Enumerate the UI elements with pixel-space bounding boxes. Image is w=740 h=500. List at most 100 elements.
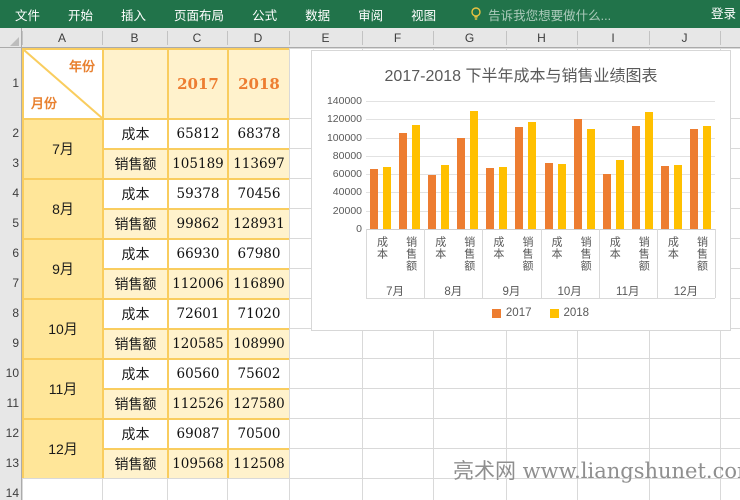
ribbon-tab-5[interactable]: 公式 (252, 5, 277, 24)
sales-label-7月[interactable]: 销售额 (104, 150, 167, 178)
cost-2018-10月[interactable]: 71020 (229, 300, 289, 328)
cost-2017-11月[interactable]: 60560 (169, 360, 227, 388)
cost-2018-12月[interactable]: 70500 (229, 420, 289, 448)
row-header-strip[interactable]: 1234567891011121314 (0, 48, 22, 500)
sales-2017-7月[interactable]: 105189 (169, 150, 227, 178)
header-2018-cell[interactable]: 2018 (229, 50, 289, 118)
ribbon-tab-6[interactable]: 数据 (305, 5, 330, 24)
cost-2017-8月[interactable]: 59378 (169, 180, 227, 208)
sales-2017-11月[interactable]: 112526 (169, 390, 227, 418)
x-month-label: 12月 (657, 283, 715, 299)
month-cell-11月[interactable]: 11月 (24, 360, 102, 418)
y-axis-tick-label: 40000 (318, 186, 362, 198)
chart-bar-2017-7月-销售额 (399, 133, 407, 229)
corner-label-year: 年份 (69, 56, 95, 75)
ribbon-tab-8[interactable]: 视图 (411, 5, 436, 24)
sales-label-10月[interactable]: 销售额 (104, 330, 167, 358)
chart-bar-2018-12月-销售额 (703, 126, 711, 229)
month-cell-8月[interactable]: 8月 (24, 180, 102, 238)
column-header-F[interactable]: F (362, 28, 433, 48)
row-header-5[interactable]: 5 (0, 208, 19, 238)
header-2017-cell[interactable]: 2017 (169, 50, 227, 118)
sales-2018-9月[interactable]: 116890 (229, 270, 289, 298)
column-header-A[interactable]: A (22, 28, 102, 48)
tell-me-search[interactable]: 告诉我您想要做什么... (470, 5, 611, 24)
cost-label-10月[interactable]: 成本 (104, 300, 167, 328)
chart-bar-2018-10月-销售额 (587, 129, 595, 229)
cost-label-11月[interactable]: 成本 (104, 360, 167, 388)
legend-label-2017: 2017 (506, 307, 532, 319)
ribbon-tab-7[interactable]: 审阅 (358, 5, 383, 24)
login-button[interactable]: 登录 (709, 0, 738, 28)
header-empty-cell[interactable] (104, 50, 167, 118)
column-header-E[interactable]: E (289, 28, 362, 48)
sales-2018-8月[interactable]: 128931 (229, 210, 289, 238)
row-header-2[interactable]: 2 (0, 118, 19, 148)
sales-2017-12月[interactable]: 109568 (169, 450, 227, 478)
column-header-D[interactable]: D (227, 28, 289, 48)
cost-2018-8月[interactable]: 70456 (229, 180, 289, 208)
cost-2017-7月[interactable]: 65812 (169, 120, 227, 148)
row-header-10[interactable]: 10 (0, 358, 19, 388)
column-header-B[interactable]: B (102, 28, 167, 48)
sales-2018-7月[interactable]: 113697 (229, 150, 289, 178)
legend-swatch-2018 (550, 309, 559, 318)
column-header-J[interactable]: J (649, 28, 720, 48)
row-header-1[interactable]: 1 (0, 48, 19, 118)
row-header-11[interactable]: 11 (0, 388, 19, 418)
row-header-13[interactable]: 13 (0, 448, 19, 478)
row-header-4[interactable]: 4 (0, 178, 19, 208)
month-cell-10月[interactable]: 10月 (24, 300, 102, 358)
tell-me-placeholder[interactable]: 告诉我您想要做什么... (488, 5, 611, 24)
chart-bar-2018-12月-成本 (674, 165, 682, 230)
sales-2017-8月[interactable]: 99862 (169, 210, 227, 238)
year-month-corner-cell[interactable]: 年份月份 (24, 50, 102, 118)
sales-2018-12月[interactable]: 112508 (229, 450, 289, 478)
row-header-7[interactable]: 7 (0, 268, 19, 298)
column-separator (102, 31, 103, 45)
cost-label-9月[interactable]: 成本 (104, 240, 167, 268)
sales-2017-10月[interactable]: 120585 (169, 330, 227, 358)
column-header-strip[interactable]: ABCDEFGHIJ (0, 28, 740, 48)
bar-chart[interactable]: 2017-2018 下半年成本与销售业绩图表 02000040000600008… (311, 50, 731, 331)
row-header-8[interactable]: 8 (0, 298, 19, 328)
column-header-G[interactable]: G (433, 28, 506, 48)
cost-2018-11月[interactable]: 75602 (229, 360, 289, 388)
select-all-corner[interactable] (0, 28, 22, 48)
row-header-3[interactable]: 3 (0, 148, 19, 178)
sales-2018-10月[interactable]: 108990 (229, 330, 289, 358)
row-header-9[interactable]: 9 (0, 328, 19, 358)
cost-label-12月[interactable]: 成本 (104, 420, 167, 448)
sales-label-9月[interactable]: 销售额 (104, 270, 167, 298)
cost-2017-10月[interactable]: 72601 (169, 300, 227, 328)
row-header-6[interactable]: 6 (0, 238, 19, 268)
cost-2018-7月[interactable]: 68378 (229, 120, 289, 148)
column-separator (433, 31, 434, 45)
data-table[interactable]: 年份月份201720187月成本6581268378销售额10518911369… (22, 48, 289, 478)
y-axis-tick-label: 60000 (318, 168, 362, 180)
month-cell-12月[interactable]: 12月 (24, 420, 102, 478)
sales-2017-9月[interactable]: 112006 (169, 270, 227, 298)
ribbon-tab-1[interactable]: 文件 (15, 5, 40, 24)
sales-label-11月[interactable]: 销售额 (104, 390, 167, 418)
cost-2017-9月[interactable]: 66930 (169, 240, 227, 268)
cost-2018-9月[interactable]: 67980 (229, 240, 289, 268)
column-header-H[interactable]: H (506, 28, 577, 48)
column-header-C[interactable]: C (167, 28, 227, 48)
x-category-label: 销售额 (577, 236, 593, 280)
sales-label-12月[interactable]: 销售额 (104, 450, 167, 478)
month-cell-9月[interactable]: 9月 (24, 240, 102, 298)
sales-label-8月[interactable]: 销售额 (104, 210, 167, 238)
y-axis-tick-label: 120000 (318, 113, 362, 125)
column-header-I[interactable]: I (577, 28, 649, 48)
sales-2018-11月[interactable]: 127580 (229, 390, 289, 418)
row-header-14[interactable]: 14 (0, 478, 19, 500)
month-cell-7月[interactable]: 7月 (24, 120, 102, 178)
cost-label-8月[interactable]: 成本 (104, 180, 167, 208)
ribbon-tab-3[interactable]: 插入 (121, 5, 146, 24)
row-header-12[interactable]: 12 (0, 418, 19, 448)
cost-label-7月[interactable]: 成本 (104, 120, 167, 148)
cost-2017-12月[interactable]: 69087 (169, 420, 227, 448)
ribbon-tab-2[interactable]: 开始 (68, 5, 93, 24)
ribbon-tab-4[interactable]: 页面布局 (174, 5, 224, 24)
